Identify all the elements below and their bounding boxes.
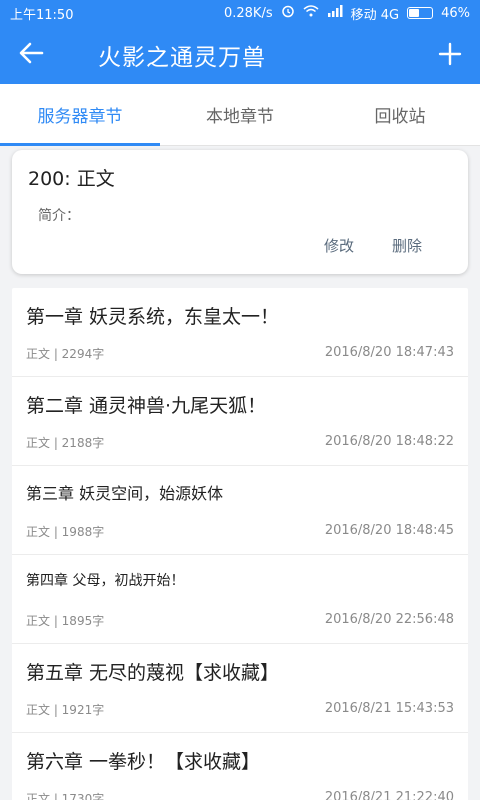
battery-percent: 46% [441, 5, 470, 21]
chapter-info: 正文 | 1988字 [26, 525, 105, 539]
chapter-info: 正文 | 2188字 [26, 436, 105, 450]
chapter-timestamp: 2016/8/20 22:56:48 [324, 612, 454, 627]
volume-intro: 简介： [38, 208, 80, 224]
chapter-meta: 正文 | 1895字 2016/8/20 22:56:48 [26, 612, 454, 629]
delete-button[interactable]: 删除 [392, 235, 422, 256]
chapter-info: 正文 | 1921字 [26, 703, 105, 717]
battery-icon [407, 7, 434, 19]
chapter-meta: 正文 | 1730字 2016/8/21 21:22:40 [26, 790, 454, 800]
chapter-timestamp: 2016/8/20 18:48:45 [324, 523, 454, 538]
signal-icon [327, 5, 343, 21]
edit-button[interactable]: 修改 [324, 235, 354, 256]
add-icon[interactable] [438, 39, 462, 71]
chapter-title: 第一章 妖灵系统，东皇太一！ [26, 306, 280, 328]
chapter-meta: 正文 | 1988字 2016/8/20 18:48:45 [26, 523, 454, 540]
app-bar: 火影之通灵万兽 [0, 26, 480, 84]
status-right: 0.28K/s 移动 4G 46% [224, 4, 470, 23]
back-arrow-icon[interactable] [18, 41, 64, 69]
chapter-item[interactable]: 第三章 妖灵空间，始源妖体 正文 | 1988字 2016/8/20 18:48… [12, 466, 468, 555]
chapter-meta: 正文 | 2188字 2016/8/20 18:48:22 [26, 434, 454, 451]
chapter-title: 第五章 无尽的蔑视【求收藏】 [26, 662, 280, 684]
tab-recycle-bin[interactable]: 回收站 [320, 84, 480, 145]
chapter-title: 第四章 父母，初战开始！ [26, 573, 185, 589]
volume-title: 200: 正文 [28, 168, 115, 190]
status-time: 上午11:50 [10, 7, 74, 23]
volume-card[interactable]: 200: 正文 简介： 修改 删除 [12, 150, 468, 274]
chapter-title: 第六章 一拳秒！【求收藏】 [26, 751, 261, 773]
card-actions: 修改 删除 [324, 235, 422, 256]
chapter-timestamp: 2016/8/21 21:22:40 [324, 790, 454, 800]
chapter-item[interactable]: 第一章 妖灵系统，东皇太一！ 正文 | 2294字 2016/8/20 18:4… [12, 288, 468, 377]
chapter-timestamp: 2016/8/20 18:47:43 [324, 345, 454, 360]
chapter-item[interactable]: 第六章 一拳秒！【求收藏】 正文 | 1730字 2016/8/21 21:22… [12, 733, 468, 800]
chapter-meta: 正文 | 1921字 2016/8/21 15:43:53 [26, 701, 454, 718]
status-bar: 上午11:50 0.28K/s 移动 4G 46% [0, 0, 480, 26]
tab-server-chapters[interactable]: 服务器章节 [0, 84, 160, 145]
chapter-item[interactable]: 第二章 通灵神兽·九尾天狐！ 正文 | 2188字 2016/8/20 18:4… [12, 377, 468, 466]
page-title: 火影之通灵万兽 [98, 45, 266, 71]
chapter-list: 第一章 妖灵系统，东皇太一！ 正文 | 2294字 2016/8/20 18:4… [12, 288, 468, 800]
chapter-item[interactable]: 第五章 无尽的蔑视【求收藏】 正文 | 1921字 2016/8/21 15:4… [12, 644, 468, 733]
net-speed: 0.28K/s [223, 5, 273, 21]
chapter-title: 第二章 通灵神兽·九尾天狐！ [26, 395, 267, 417]
chapter-info: 正文 | 2294字 [26, 347, 105, 361]
tab-bar: 服务器章节 本地章节 回收站 [0, 84, 480, 146]
chapter-title: 第三章 妖灵空间，始源妖体 [26, 484, 224, 503]
tab-indicator [0, 143, 160, 146]
chapter-item[interactable]: 第四章 父母，初战开始！ 正文 | 1895字 2016/8/20 22:56:… [12, 555, 468, 644]
wifi-icon [303, 5, 319, 21]
chapter-info: 正文 | 1895字 [26, 614, 105, 628]
battery-fill [409, 9, 420, 17]
alarm-icon [281, 4, 295, 22]
carrier: 移动 4G [350, 7, 400, 23]
chapter-timestamp: 2016/8/21 15:43:53 [324, 701, 454, 716]
chapter-timestamp: 2016/8/20 18:48:22 [324, 434, 454, 449]
tab-local-chapters[interactable]: 本地章节 [160, 84, 320, 145]
chapter-meta: 正文 | 2294字 2016/8/20 18:47:43 [26, 345, 454, 362]
chapter-info: 正文 | 1730字 [26, 792, 105, 800]
